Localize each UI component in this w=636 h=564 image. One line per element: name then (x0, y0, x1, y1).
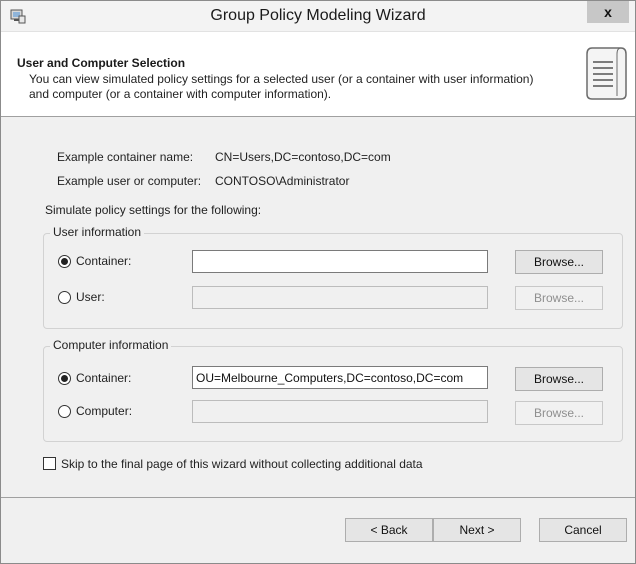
user-information-legend: User information (50, 225, 145, 239)
page-description: You can view simulated policy settings f… (29, 72, 534, 101)
user-browse-button: Browse... (515, 286, 603, 310)
user-container-radio[interactable] (58, 255, 71, 268)
user-container-browse-button[interactable]: Browse... (515, 250, 603, 274)
example-user-value: CONTOSO\Administrator (215, 174, 350, 188)
computer-information-legend: Computer information (50, 338, 172, 352)
user-label[interactable]: User: (76, 290, 105, 304)
simulate-label: Simulate policy settings for the followi… (45, 203, 262, 217)
user-container-input[interactable] (192, 250, 488, 273)
next-button[interactable]: Next > (433, 518, 521, 542)
title-bar[interactable]: Group Policy Modeling Wizard x (1, 1, 635, 32)
page-title: User and Computer Selection (17, 56, 186, 70)
wizard-window: Group Policy Modeling Wizard x User and … (0, 0, 636, 564)
example-container-value: CN=Users,DC=contoso,DC=com (215, 150, 391, 164)
example-container-label: Example container name: (57, 150, 194, 164)
user-information-group: User information Container: Browse... Us… (43, 225, 623, 329)
computer-container-label[interactable]: Container: (76, 371, 131, 385)
window-title: Group Policy Modeling Wizard (210, 7, 426, 24)
wizard-header: User and Computer Selection You can view… (1, 32, 635, 117)
back-button[interactable]: < Back (345, 518, 433, 542)
close-icon: x (604, 4, 612, 20)
computer-container-input[interactable]: OU=Melbourne_Computers,DC=contoso,DC=com (192, 366, 488, 389)
computer-information-group: Computer information Container: OU=Melbo… (43, 338, 623, 442)
computer-input (192, 400, 488, 423)
user-container-label[interactable]: Container: (76, 254, 131, 268)
footer-separator (1, 497, 635, 498)
computer-container-radio[interactable] (58, 372, 71, 385)
user-input (192, 286, 488, 309)
computer-container-browse-button[interactable]: Browse... (515, 367, 603, 391)
wizard-footer: < Back Next > Cancel (1, 497, 635, 563)
computer-browse-button: Browse... (515, 401, 603, 425)
computer-label[interactable]: Computer: (76, 404, 132, 418)
scroll-document-icon (586, 47, 627, 100)
skip-label[interactable]: Skip to the final page of this wizard wi… (61, 457, 423, 471)
close-button[interactable]: x (587, 1, 629, 23)
user-radio[interactable] (58, 291, 71, 304)
skip-checkbox[interactable] (43, 457, 56, 470)
cancel-button[interactable]: Cancel (539, 518, 627, 542)
computer-radio[interactable] (58, 405, 71, 418)
example-user-label: Example user or computer: (57, 174, 202, 188)
wizard-content: Example container name: CN=Users,DC=cont… (1, 117, 635, 497)
